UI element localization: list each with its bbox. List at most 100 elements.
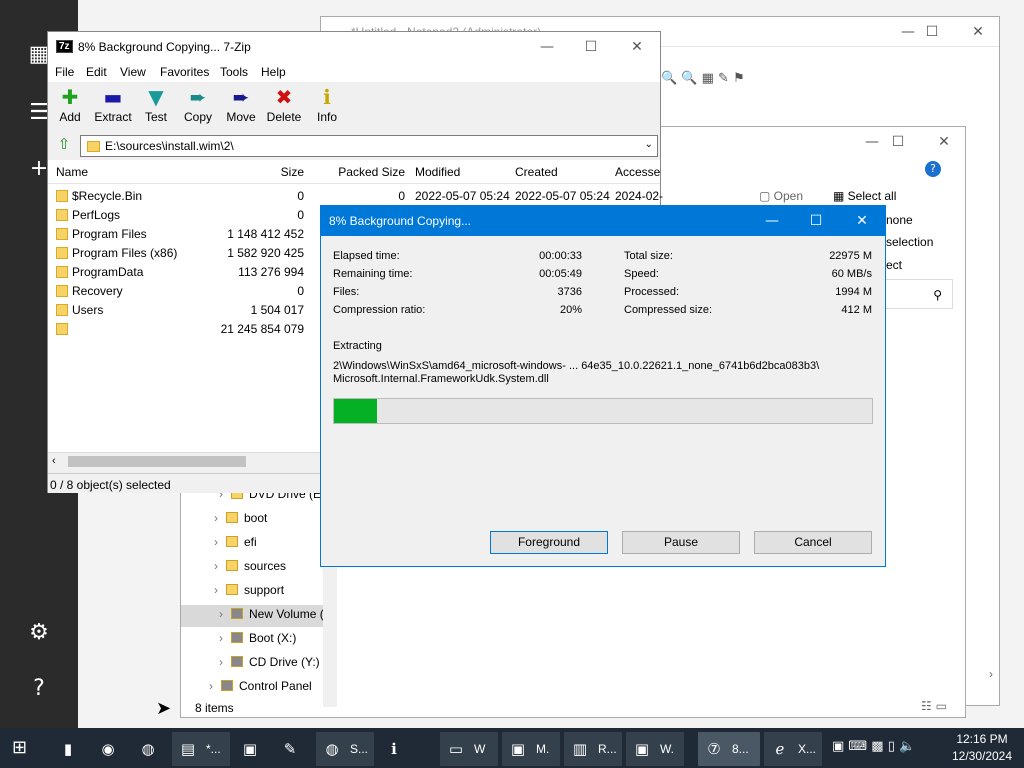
chevron-right-icon[interactable]: ›: [219, 607, 223, 621]
extract-button[interactable]: ▬ Extract: [91, 84, 135, 124]
column-header[interactable]: Size: [281, 165, 304, 179]
open-button[interactable]: ▢ Open: [759, 189, 803, 203]
search-icon[interactable]: ⚲: [881, 279, 953, 309]
taskbar-item[interactable]: ▣: [234, 732, 270, 766]
maximize-button[interactable]: ☐: [793, 206, 839, 236]
maximize-button[interactable]: ☐: [909, 17, 955, 47]
menu-edit[interactable]: Edit: [86, 65, 107, 79]
menu-favorites[interactable]: Favorites: [160, 65, 209, 79]
menu-tools[interactable]: Tools: [220, 65, 248, 79]
clock-date[interactable]: 12/30/2024: [950, 749, 1014, 763]
add-button[interactable]: ✚ Add: [48, 84, 92, 124]
column-header[interactable]: Packed Size: [338, 165, 405, 179]
minimize-button[interactable]: —: [524, 32, 570, 62]
delete-button[interactable]: ✖ Delete: [262, 84, 306, 124]
start-button[interactable]: ⊞: [12, 738, 34, 758]
tree-item[interactable]: › CD Drive (Y:) H: [219, 655, 323, 669]
close-button[interactable]: ✕: [955, 17, 1001, 47]
folder-icon: [56, 209, 68, 221]
column-header[interactable]: Created: [515, 165, 558, 179]
minimize-button[interactable]: —: [749, 206, 795, 236]
taskbar-item[interactable]: ▣ M.: [502, 732, 560, 766]
taskbar-label: R...: [598, 742, 617, 756]
stat-label: Remaining time:: [333, 268, 413, 280]
view-toggle-icon[interactable]: ☷ ▭: [921, 699, 947, 713]
chevron-right-icon[interactable]: ›: [214, 535, 218, 549]
app-icon: ▣: [510, 740, 526, 758]
current-path-line2: Microsoft.Internal.FrameworkUdk.System.d…: [333, 373, 549, 385]
taskbar-item[interactable]: ▤ *...: [172, 732, 230, 766]
file-row[interactable]: $Recycle.Bin 0 0 2022-05-07 05:24 2022-05-07…: [48, 187, 664, 206]
tree-item[interactable]: › support: [214, 583, 323, 597]
tree-item[interactable]: › Boot (X:): [219, 631, 323, 645]
test-button[interactable]: ▼ Test: [134, 84, 178, 124]
taskbar-item[interactable]: ◉: [92, 732, 128, 766]
drive-icon: [221, 680, 233, 691]
taskbar-item[interactable]: ◍ S...: [316, 732, 374, 766]
progress-dialog[interactable]: 8% Background Copying... — ☐ ✕ Elapsed t…: [320, 205, 886, 567]
cell-name: Program Files (x86): [72, 246, 178, 260]
scroll-thumb[interactable]: [68, 456, 246, 467]
pause-button[interactable]: Pause: [622, 531, 740, 554]
taskbar-item[interactable]: ⑦ 8...: [698, 732, 760, 766]
taskbar-item[interactable]: ▭ W: [440, 732, 498, 766]
taskbar-item[interactable]: ℯ X...: [764, 732, 822, 766]
column-header[interactable]: Name: [56, 165, 88, 179]
copy-button[interactable]: ➨ Copy: [176, 84, 220, 124]
cell-name: Program Files: [72, 227, 147, 241]
column-header[interactable]: Modified: [415, 165, 460, 179]
taskbar-item[interactable]: ▥ R...: [564, 732, 622, 766]
column-header[interactable]: Accesse: [615, 165, 660, 179]
stat-value: 1994 M: [835, 286, 872, 298]
taskbar-item[interactable]: ◍: [132, 732, 168, 766]
tree-item[interactable]: › New Volume (F: [219, 607, 323, 621]
select-all-button[interactable]: ▦ Select all: [833, 189, 896, 203]
up-folder-icon[interactable]: ⇧: [52, 135, 76, 157]
address-bar[interactable]: E:\sources\install.wim\2\ ⌄: [80, 135, 658, 157]
taskbar-item[interactable]: ▮: [52, 732, 88, 766]
chevron-right-icon[interactable]: ›: [209, 679, 213, 693]
scroll-right-icon[interactable]: ›: [989, 667, 993, 681]
menu-help[interactable]: Help: [261, 65, 286, 79]
select-none-button[interactable]: none: [886, 213, 913, 227]
tree-item[interactable]: › boot: [214, 511, 323, 525]
maximize-button[interactable]: ☐: [568, 32, 614, 62]
close-button[interactable]: ✕: [921, 127, 967, 157]
plus-icon: ✚: [61, 85, 79, 109]
cell-size: 0: [297, 284, 304, 298]
menu-view[interactable]: View: [120, 65, 146, 79]
help-icon[interactable]: ?: [925, 161, 941, 177]
help-icon[interactable]: ?: [22, 672, 56, 706]
taskbar-item[interactable]: ℹ: [378, 732, 436, 766]
chevron-down-icon[interactable]: ⌄: [645, 139, 653, 150]
clock-time[interactable]: 12:16 PM: [952, 732, 1012, 746]
chevron-right-icon[interactable]: ›: [214, 511, 218, 525]
taskbar-item[interactable]: ▣ W.: [626, 732, 684, 766]
stat-value: 20%: [559, 304, 582, 316]
move-button[interactable]: ➨ Move: [219, 84, 263, 124]
stat-label: Compressed size:: [624, 304, 713, 316]
sliders-icon[interactable]: ⚙: [22, 616, 56, 650]
scroll-left-icon[interactable]: ‹: [52, 455, 56, 467]
maximize-button[interactable]: ☐: [875, 127, 921, 157]
system-tray-icons[interactable]: ▣ ⌨ ▩ ▯ 🔈: [832, 739, 915, 754]
close-button[interactable]: ✕: [614, 32, 660, 62]
chevron-right-icon[interactable]: ›: [219, 655, 223, 669]
sevenzip-title: 8% Background Copying... 7-Zip: [78, 40, 251, 54]
tree-item[interactable]: › efi: [214, 535, 323, 549]
tree-item[interactable]: › Control Panel: [209, 679, 323, 693]
close-button[interactable]: ✕: [839, 206, 885, 236]
tree-item[interactable]: › sources: [214, 559, 323, 573]
menu-file[interactable]: File: [55, 65, 74, 79]
foreground-button[interactable]: Foreground: [490, 531, 608, 554]
invert-selection-button[interactable]: selection: [886, 235, 933, 249]
chevron-right-icon[interactable]: ›: [214, 559, 218, 573]
chevron-right-icon[interactable]: ›: [219, 631, 223, 645]
chevron-right-icon[interactable]: ›: [214, 583, 218, 597]
cancel-button[interactable]: Cancel: [754, 531, 872, 554]
taskbar-item[interactable]: ✎: [274, 732, 310, 766]
cell-accessed: 2024-02-: [615, 189, 664, 203]
info-button[interactable]: ℹ Info: [305, 84, 349, 124]
ie-icon: ℯ: [775, 740, 785, 758]
taskbar-label: W.: [660, 742, 674, 756]
